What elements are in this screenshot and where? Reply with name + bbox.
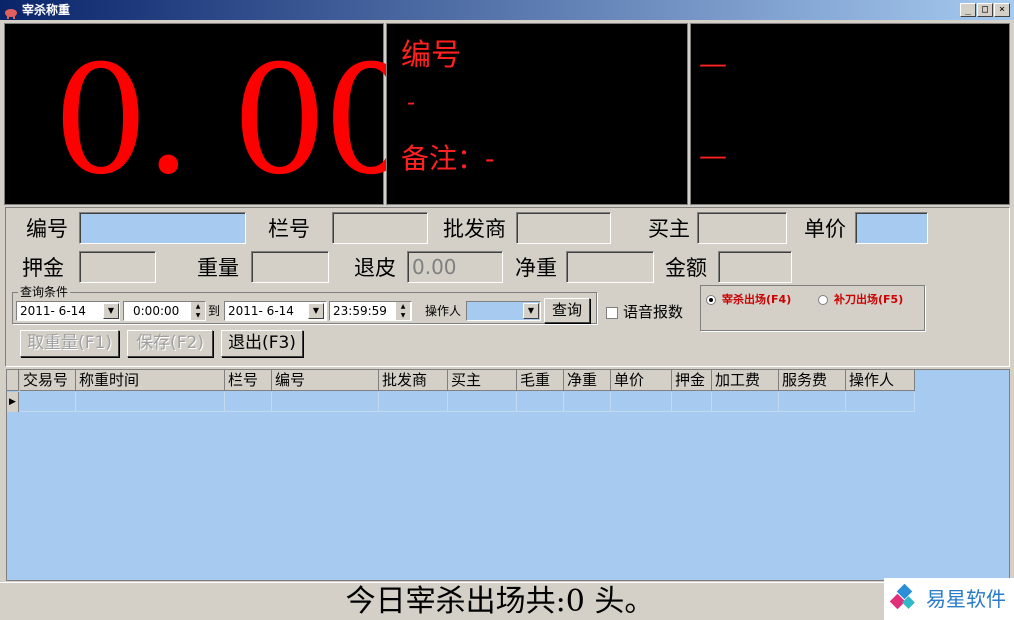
id-field[interactable] bbox=[79, 212, 246, 244]
deposit-label: 押金 bbox=[22, 256, 64, 280]
voice-label: 语音报数 bbox=[623, 303, 684, 321]
grid-cell[interactable] bbox=[712, 392, 779, 412]
right-display: — — bbox=[690, 23, 1010, 205]
row-pointer-icon: ▶ bbox=[7, 392, 19, 412]
wholesaler-label: 批发商 bbox=[443, 217, 506, 241]
weight-label: 重量 bbox=[197, 256, 239, 280]
chevron-down-icon[interactable]: ▼ bbox=[523, 303, 539, 319]
status-text: 今日宰杀出场共:0 头。 bbox=[345, 584, 655, 619]
records-grid[interactable]: ▶ 交易号 称重时间 栏号 编号 批发商 买主 毛重 净重 单价 押金 加工费 服务费 操作人 bbox=[6, 369, 1010, 581]
column-header[interactable]: 栏号 bbox=[225, 370, 272, 391]
grid-cell[interactable] bbox=[379, 392, 448, 412]
to-time-value: 23:59:59 bbox=[333, 304, 387, 318]
minimize-icon[interactable]: _ bbox=[960, 3, 976, 17]
query-group-label: 查询条件 bbox=[18, 285, 71, 299]
voice-checkbox[interactable] bbox=[606, 307, 618, 319]
info-display: 编号 - 备注：- bbox=[386, 23, 688, 205]
from-date-value: 2011- 6-14 bbox=[20, 304, 86, 318]
tare-field[interactable]: 0.00 bbox=[407, 251, 503, 283]
operator-label: 操作人 bbox=[425, 304, 462, 318]
app-pig-icon bbox=[4, 4, 18, 19]
column-header[interactable]: 批发商 bbox=[379, 370, 448, 391]
from-time-value: 0:00:00 bbox=[133, 304, 180, 318]
column-header[interactable]: 称重时间 bbox=[76, 370, 225, 391]
mode-group bbox=[700, 285, 925, 331]
column-header[interactable]: 买主 bbox=[448, 370, 517, 391]
column-header[interactable]: 编号 bbox=[272, 370, 379, 391]
grid-cell[interactable] bbox=[448, 392, 517, 412]
net-weight-field[interactable] bbox=[566, 251, 654, 283]
query-button[interactable]: 查询 bbox=[544, 298, 590, 323]
chevron-down-icon[interactable]: ▼ bbox=[103, 303, 119, 319]
brand-logo-icon bbox=[890, 584, 915, 610]
weight-value: 0. 00 bbox=[53, 34, 419, 208]
right-line-1: — bbox=[699, 47, 727, 80]
grid-cell[interactable] bbox=[672, 392, 712, 412]
title-bar bbox=[0, 0, 1014, 20]
unit-price-label: 单价 bbox=[804, 217, 846, 241]
buyer-field[interactable] bbox=[697, 212, 787, 244]
supplement-label[interactable]: 补刀出场(F5) bbox=[834, 293, 903, 307]
weight-display: 0. 00 bbox=[4, 23, 419, 205]
window-title: 宰杀称重 bbox=[22, 3, 71, 17]
spinner-icon[interactable]: ▲ ▼ bbox=[396, 302, 410, 320]
to-date-value: 2011- 6-14 bbox=[228, 304, 294, 318]
grid-cell[interactable] bbox=[20, 392, 76, 412]
slaughter-label[interactable]: 宰杀出场(F4) bbox=[722, 293, 791, 307]
grid-cell[interactable] bbox=[846, 392, 915, 412]
spinner-icon[interactable]: ▲ ▼ bbox=[191, 302, 205, 320]
watermark-text: 易星软件 bbox=[926, 587, 1006, 611]
weight-field[interactable] bbox=[251, 251, 329, 283]
grid-cell[interactable] bbox=[779, 392, 846, 412]
slaughter-radio[interactable] bbox=[706, 295, 716, 305]
info-remark: 备注：- bbox=[401, 142, 495, 175]
grid-cell[interactable] bbox=[564, 392, 611, 412]
grid-cell[interactable] bbox=[76, 392, 225, 412]
pen-label: 栏号 bbox=[268, 217, 310, 241]
amount-label: 金额 bbox=[665, 256, 707, 280]
tare-label: 退皮 bbox=[354, 256, 396, 280]
id-label: 编号 bbox=[26, 217, 68, 241]
grid-cell[interactable] bbox=[517, 392, 564, 412]
supplement-radio[interactable] bbox=[818, 295, 828, 305]
column-header[interactable]: 交易号 bbox=[20, 370, 76, 391]
chevron-down-icon[interactable]: ▼ bbox=[308, 303, 324, 319]
row-header-corner bbox=[7, 370, 19, 391]
to-label: 到 bbox=[208, 304, 221, 318]
maximize-icon[interactable]: □ bbox=[977, 3, 993, 17]
status-bar: 今日宰杀出场共:0 头。 bbox=[0, 582, 1014, 620]
wholesaler-field[interactable] bbox=[516, 212, 611, 244]
pen-field[interactable] bbox=[332, 212, 428, 244]
column-header[interactable]: 单价 bbox=[611, 370, 672, 391]
column-header[interactable]: 加工费 bbox=[712, 370, 779, 391]
watermark: 易星软件 bbox=[884, 578, 1014, 620]
close-icon[interactable]: × bbox=[994, 3, 1010, 17]
grid-cell[interactable] bbox=[611, 392, 672, 412]
amount-field[interactable] bbox=[718, 251, 792, 283]
info-id-label: 编号 bbox=[401, 38, 461, 73]
buyer-label: 买主 bbox=[648, 217, 690, 241]
column-header[interactable]: 操作人 bbox=[846, 370, 915, 391]
exit-button[interactable]: 退出(F3) bbox=[221, 330, 303, 357]
save-button[interactable]: 保存(F2) bbox=[127, 330, 213, 357]
grid-cell[interactable] bbox=[272, 392, 379, 412]
net-weight-label: 净重 bbox=[515, 256, 557, 280]
column-header[interactable]: 服务费 bbox=[779, 370, 846, 391]
take-weight-button[interactable]: 取重量(F1) bbox=[20, 330, 119, 357]
deposit-field[interactable] bbox=[79, 251, 156, 283]
column-header[interactable]: 押金 bbox=[672, 370, 712, 391]
grid-cell[interactable] bbox=[225, 392, 272, 412]
right-line-2: — bbox=[699, 139, 727, 172]
info-id-value: - bbox=[407, 88, 416, 116]
unit-price-field[interactable] bbox=[855, 212, 928, 244]
column-header[interactable]: 毛重 bbox=[517, 370, 564, 391]
column-header[interactable]: 净重 bbox=[564, 370, 611, 391]
